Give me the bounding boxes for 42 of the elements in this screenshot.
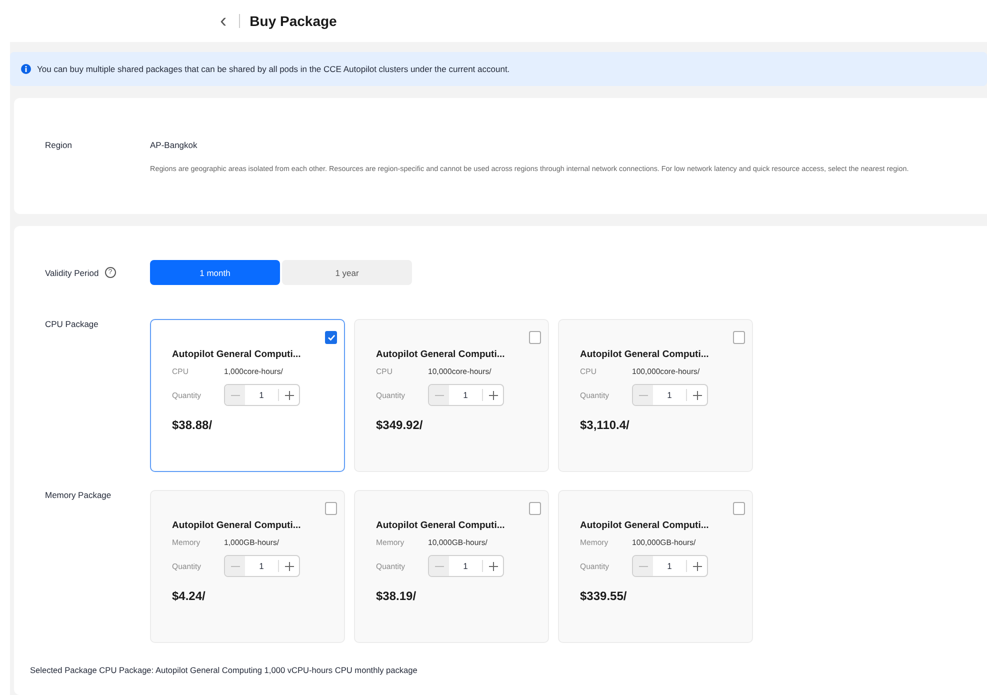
quantity-stepper[interactable]: 1 [632, 555, 708, 577]
quantity-value: 1 [462, 390, 469, 400]
quantity-value: 1 [666, 390, 673, 400]
package-price: $3,110.4/ [580, 418, 630, 432]
quantity-value: 1 [258, 390, 265, 400]
checkbox[interactable] [325, 331, 337, 344]
checkbox[interactable] [529, 502, 541, 515]
region-label: Region [45, 140, 73, 152]
selected-summary: Selected Package CPU Package: Autopilot General Computing 1,000 vCPU-hours CPU monthly package [30, 665, 418, 675]
checkbox[interactable] [529, 331, 541, 344]
package-price: $339.55/ [580, 589, 627, 603]
quantity-value: 1 [462, 561, 469, 571]
package-title: Autopilot General Computi... [376, 349, 505, 360]
checkbox[interactable] [733, 502, 745, 515]
group-label: Memory Package [45, 490, 112, 500]
package-title: Autopilot General Computi... [376, 520, 505, 531]
quantity-value: 1 [258, 561, 265, 571]
checkbox[interactable] [325, 502, 337, 515]
quantity-stepper[interactable]: 1 [224, 555, 300, 577]
package-price: $38.19/ [376, 589, 416, 603]
package-title: Autopilot General Computi... [172, 349, 301, 360]
quantity-stepper[interactable]: 1 [428, 555, 504, 577]
checkbox[interactable] [733, 331, 745, 344]
package-price: $4.24/ [172, 589, 206, 603]
quantity-stepper[interactable]: 1 [224, 384, 300, 406]
period-option[interactable]: 1 year [282, 260, 412, 285]
package-price: $349.92/ [376, 418, 423, 432]
package-title: Autopilot General Computi... [172, 520, 301, 531]
quantity-stepper[interactable]: 1 [632, 384, 708, 406]
package-title: Autopilot General Computi... [580, 520, 709, 531]
info-icon [21, 64, 31, 74]
quantity-stepper[interactable]: 1 [428, 384, 504, 406]
group-label: CPU Package [45, 319, 98, 329]
quantity-value: 1 [666, 561, 673, 571]
page-title: Buy Package [250, 13, 337, 29]
package-price: $38.88/ [172, 418, 212, 432]
back-button[interactable]: ‹ [218, 11, 229, 31]
validity-label: Validity Period [45, 268, 99, 278]
notice-text: You can buy multiple shared packages that can be shared by all pods in the CCE Autopilot clusters under the current account. [37, 64, 510, 74]
period-option[interactable]: 1 month [150, 260, 280, 285]
package-title: Autopilot General Computi... [580, 349, 709, 360]
region-value: AP-Bangkok [150, 140, 198, 150]
